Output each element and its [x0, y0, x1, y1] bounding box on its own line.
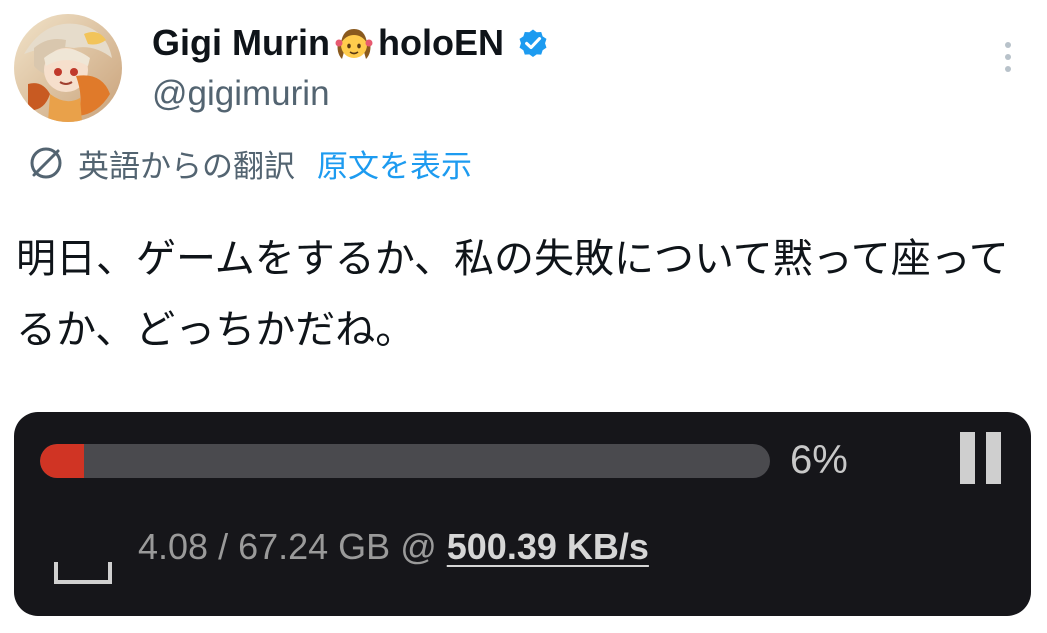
avatar-image: [14, 14, 122, 122]
translate-globe-icon: [30, 147, 62, 179]
tweet-text: 明日、ゲームをするか、私の失敗について黙って座ってるか、どっちかだね。: [16, 236, 1009, 353]
pause-bar-left: [960, 432, 975, 484]
author-handle[interactable]: @gigimurin: [152, 74, 330, 114]
pause-icon[interactable]: [956, 432, 1006, 488]
girl-emoji-icon: [335, 29, 373, 59]
at-sign: @: [390, 526, 437, 567]
avatar[interactable]: [14, 14, 122, 122]
download-size-line: 4.08 / 67.24 GB @ 500.39 KB/s: [138, 526, 649, 568]
progress-percent: 6%: [790, 438, 848, 482]
more-options-icon[interactable]: [996, 38, 1020, 78]
size-separator: /: [208, 526, 239, 567]
folder-icon[interactable]: [52, 560, 114, 586]
download-speed[interactable]: 500.39 KB/s: [447, 526, 649, 568]
author-name[interactable]: Gigi Murin holoEN: [152, 20, 550, 66]
total-size: 67.24 GB: [238, 526, 391, 567]
progress-fill: [40, 444, 84, 478]
progress-bar: [40, 444, 770, 478]
display-name-suffix: holoEN: [377, 22, 504, 63]
show-original-link[interactable]: 原文を表示: [317, 141, 472, 186]
translation-label: 英語からの翻訳: [78, 148, 295, 185]
translation-bar: 英語からの翻訳 原文を表示: [26, 140, 472, 186]
downloaded-size: 4.08: [138, 526, 209, 567]
verified-badge-icon[interactable]: [516, 26, 550, 60]
display-name-text: Gigi Murin: [152, 22, 330, 63]
download-progress-image: 6% 4.08 / 67.24 GB @ 500.39 KB/s: [14, 412, 1031, 616]
pause-bar-right: [986, 432, 1001, 484]
